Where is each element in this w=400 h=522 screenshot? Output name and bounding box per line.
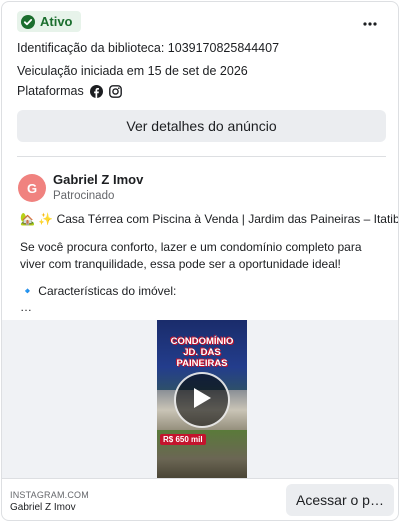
media-area: CONDOMÍNIO JD. DAS PAINEIRAS R$ 650 mil [2,320,398,478]
check-circle-icon [21,14,35,29]
house-sparkles-emoji: 🏡 ✨ [20,212,54,226]
status-label: Ativo [40,14,73,29]
ad-features-line: 🔹 Características do imóvel: [20,283,176,300]
cta-button[interactable]: Acessar o p… [286,484,394,516]
more-horizontal-icon [363,13,377,31]
platforms-label: Plataformas [17,84,84,98]
section-divider [17,156,386,157]
sponsored-label: Patrocinado [53,190,115,202]
ad-card: Ativo Identificação da biblioteca: 10391… [1,1,399,521]
diamond-bullet-icon: 🔹 [20,284,35,298]
link-source-name: Gabriel Z Imov [10,502,76,513]
play-icon [191,386,213,415]
ad-features-text: Características do imóvel: [38,284,177,298]
video-title-line2: JD. DAS PAINEIRAS [176,347,228,369]
price-tag: R$ 650 mil [160,434,206,445]
play-button[interactable] [174,372,230,428]
link-domain: INSTAGRAM.COM [10,490,89,500]
avatar[interactable]: G [18,174,46,202]
more-options-button[interactable] [358,10,382,34]
instagram-icon [108,84,122,98]
video-thumbnail[interactable]: CONDOMÍNIO JD. DAS PAINEIRAS R$ 650 mil [157,320,247,478]
platforms-row: Plataformas [17,84,122,98]
ad-headline-text: Casa Térrea com Piscina à Venda | Jardim… [56,212,399,226]
status-badge: Ativo [17,11,81,32]
video-title-overlay: CONDOMÍNIO JD. DAS PAINEIRAS [159,336,245,369]
ad-body-text: Se você procura conforto, lazer e um con… [20,240,362,271]
run-start-date: Veiculação iniciada em 15 de set de 2026 [17,64,248,78]
ad-headline: 🏡 ✨ Casa Térrea com Piscina à Venda | Ja… [20,211,399,228]
status-row: Ativo [17,11,81,32]
ad-text-ellipsis: … [20,300,32,314]
footer-divider [2,478,398,479]
advertiser-name[interactable]: Gabriel Z Imov [53,172,143,187]
library-id: Identificação da biblioteca: 10391708258… [17,41,280,55]
view-ad-details-button[interactable]: Ver detalhes do anúncio [17,110,386,142]
video-title-line1: CONDOMÍNIO [170,336,234,347]
facebook-icon [89,84,103,98]
